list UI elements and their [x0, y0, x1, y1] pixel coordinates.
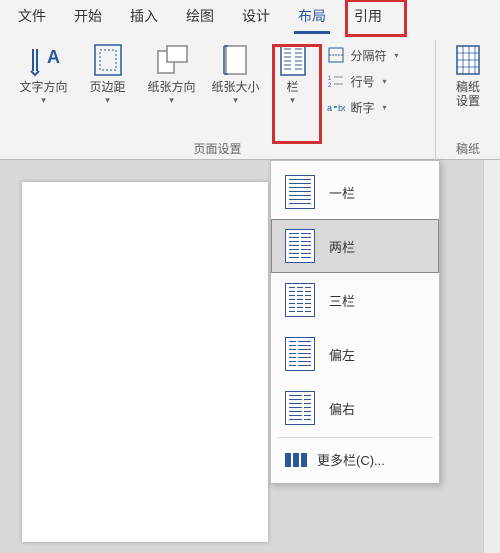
chevron-down-icon: ▾ — [169, 96, 174, 104]
svg-text:1: 1 — [328, 76, 332, 82]
columns-option-left-label: 偏左 — [329, 345, 355, 364]
page-setup-small-commands: 分隔符 ▾ 12 行号 ▾ abc 断字 — [321, 40, 421, 118]
breaks-button[interactable]: 分隔符 ▾ — [327, 44, 411, 66]
tab-references[interactable]: 引用 — [340, 0, 396, 32]
right-column-icon — [285, 391, 315, 425]
svg-text:a: a — [327, 103, 332, 113]
group-label-manuscript: 稿纸 — [442, 140, 494, 158]
columns-button[interactable]: 栏 ▾ — [271, 40, 315, 106]
columns-option-two-label: 两栏 — [329, 237, 355, 256]
paper-size-icon — [218, 42, 254, 78]
orientation-label: 纸张方向 — [147, 80, 195, 94]
document-page[interactable] — [22, 182, 268, 542]
columns-option-right[interactable]: 偏右 — [271, 381, 439, 435]
text-direction-label: 文字方向 — [19, 80, 67, 94]
tab-file[interactable]: 文件 — [4, 0, 60, 32]
margins-label: 页边距 — [89, 80, 125, 94]
columns-option-more-label: 更多栏(C)... — [317, 450, 385, 469]
text-direction-button[interactable]: A 文字方向 ▾ — [15, 40, 73, 106]
manuscript-settings-icon — [450, 42, 486, 78]
paper-size-label: 纸张大小 — [211, 80, 259, 94]
manuscript-settings-label-2: 设置 — [456, 94, 480, 108]
more-columns-icon — [285, 453, 307, 467]
svg-text:bc: bc — [338, 103, 345, 113]
breaks-icon — [327, 46, 345, 64]
columns-option-three-label: 三栏 — [329, 291, 355, 310]
svg-text:2: 2 — [328, 83, 332, 89]
text-direction-icon: A — [26, 42, 62, 78]
columns-icon — [275, 42, 311, 78]
hyphenation-icon: abc — [327, 98, 345, 116]
columns-option-three[interactable]: 三栏 — [271, 273, 439, 327]
orientation-icon — [154, 42, 190, 78]
chevron-down-icon: ▾ — [290, 96, 295, 104]
two-column-icon — [285, 229, 315, 263]
left-column-icon — [285, 337, 315, 371]
columns-option-left[interactable]: 偏左 — [271, 327, 439, 381]
tab-insert[interactable]: 插入 — [116, 0, 172, 32]
paper-size-button[interactable]: 纸张大小 ▾ — [207, 40, 265, 106]
svg-text:A: A — [47, 47, 60, 67]
columns-option-one[interactable]: 一栏 — [271, 165, 439, 219]
chevron-down-icon: ▾ — [383, 77, 387, 86]
tab-design[interactable]: 设计 — [228, 0, 284, 32]
columns-option-right-label: 偏右 — [329, 399, 355, 418]
chevron-down-icon: ▾ — [383, 103, 387, 112]
margins-button[interactable]: 页边距 ▾ — [79, 40, 137, 106]
ribbon-tabs: 文件 开始 插入 绘图 设计 布局 引用 — [0, 0, 500, 32]
ribbon-content: A 文字方向 ▾ 页边距 ▾ — [0, 32, 500, 160]
columns-label: 栏 — [286, 80, 298, 94]
line-numbers-button[interactable]: 12 行号 ▾ — [327, 70, 411, 92]
chevron-down-icon: ▾ — [41, 96, 46, 104]
margins-icon — [90, 42, 126, 78]
line-numbers-icon: 12 — [327, 72, 345, 90]
group-label-page-setup: 页面设置 — [6, 140, 429, 158]
orientation-button[interactable]: 纸张方向 ▾ — [143, 40, 201, 106]
columns-option-two[interactable]: 两栏 — [271, 219, 439, 273]
manuscript-settings-button[interactable]: 稿纸 设置 — [443, 40, 493, 110]
one-column-icon — [285, 175, 315, 209]
hyphenation-button[interactable]: abc 断字 ▾ — [327, 96, 411, 118]
tab-layout[interactable]: 布局 — [284, 0, 340, 32]
columns-option-more[interactable]: 更多栏(C)... — [271, 440, 439, 479]
menu-separator — [277, 437, 433, 438]
manuscript-settings-label-1: 稿纸 — [456, 80, 480, 94]
hyphenation-label: 断字 — [351, 99, 375, 116]
three-column-icon — [285, 283, 315, 317]
columns-option-one-label: 一栏 — [329, 183, 355, 202]
breaks-label: 分隔符 — [351, 47, 387, 64]
tab-draw[interactable]: 绘图 — [172, 0, 228, 32]
chevron-down-icon: ▾ — [233, 96, 238, 104]
columns-dropdown-menu: 一栏 两栏 三栏 偏左 偏右 更多栏(C)... — [270, 160, 440, 484]
tab-home[interactable]: 开始 — [60, 0, 116, 32]
vertical-scrollbar[interactable] — [483, 160, 500, 553]
chevron-down-icon: ▾ — [105, 96, 110, 104]
chevron-down-icon: ▾ — [395, 51, 399, 60]
line-numbers-label: 行号 — [351, 73, 375, 90]
